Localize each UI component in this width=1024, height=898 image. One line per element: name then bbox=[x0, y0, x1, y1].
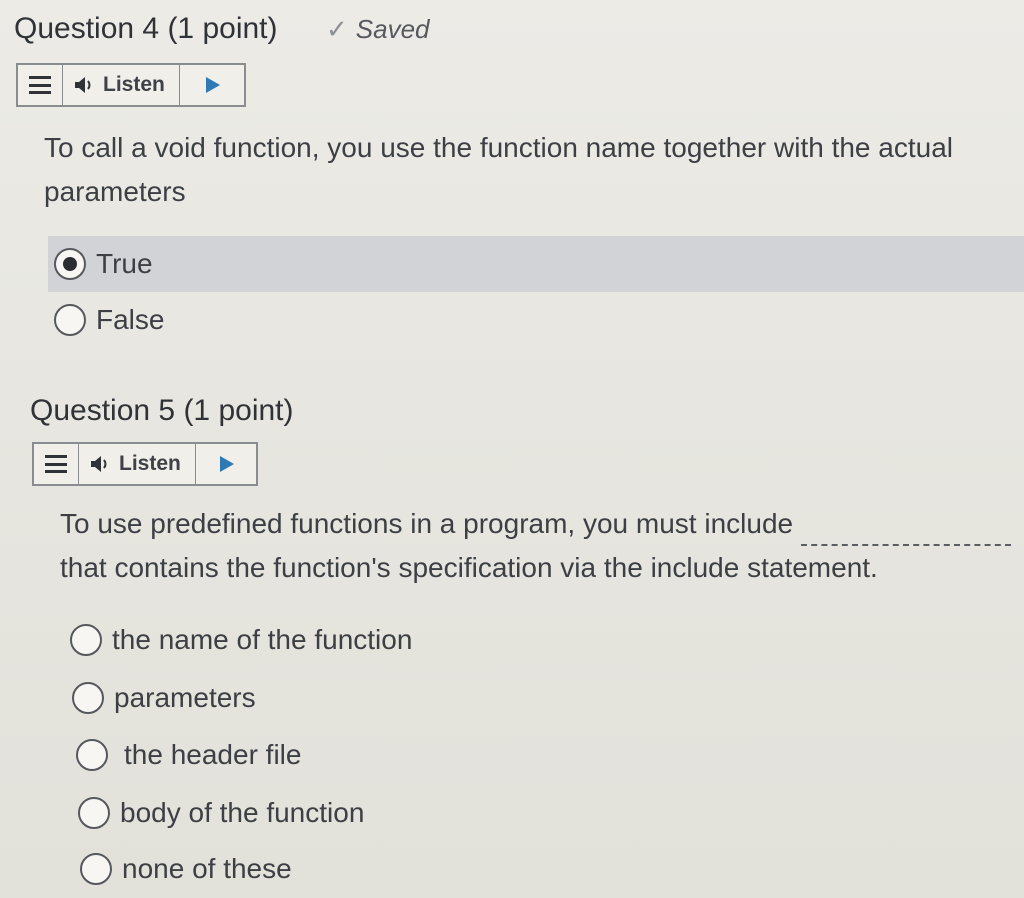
q4-option-label: True bbox=[96, 248, 153, 279]
question-4-listen-toolbar: Listen bbox=[16, 63, 246, 107]
question-5-text: To use predefined functions in a program… bbox=[60, 502, 1012, 590]
check-icon: ✓ bbox=[326, 14, 348, 44]
q4-listen-button[interactable]: Listen bbox=[63, 65, 180, 105]
question-5-text-line2: that contains the function's specificati… bbox=[60, 552, 878, 583]
question-4-number: Question 4 bbox=[14, 12, 160, 45]
question-4-title: Question 4 (1 point) bbox=[14, 12, 278, 46]
q4-play-button[interactable] bbox=[180, 65, 244, 105]
question-4-text-line2: parameters bbox=[44, 176, 186, 207]
radio-button[interactable] bbox=[78, 797, 110, 829]
radio-button[interactable] bbox=[72, 682, 104, 714]
q5-option-label: parameters bbox=[114, 682, 256, 713]
saved-status: ✓ Saved bbox=[326, 14, 430, 45]
q5-option-label: the name of the function bbox=[112, 624, 413, 655]
question-4-text: To call a void function, you use the fun… bbox=[44, 126, 953, 214]
q5-option-3[interactable]: the header file bbox=[76, 739, 301, 771]
radio-button-checked[interactable] bbox=[54, 248, 86, 280]
q4-listen-label: Listen bbox=[103, 73, 165, 96]
q4-option-true[interactable]: True bbox=[54, 248, 153, 280]
menu-icon bbox=[45, 455, 67, 473]
question-5-text-line1: To use predefined functions in a program… bbox=[60, 508, 794, 539]
q5-option-5[interactable]: none of these bbox=[80, 853, 292, 885]
q5-play-button[interactable] bbox=[196, 444, 256, 484]
q5-option-2[interactable]: parameters bbox=[72, 682, 256, 714]
q5-option-4[interactable]: body of the function bbox=[78, 797, 364, 829]
q5-listen-label: Listen bbox=[119, 452, 181, 475]
question-5-number: Question 5 bbox=[30, 394, 176, 427]
speaker-icon bbox=[75, 77, 91, 93]
q4-option-false[interactable]: False bbox=[54, 304, 164, 336]
question-5-listen-toolbar: Listen bbox=[32, 442, 258, 486]
play-icon bbox=[219, 456, 234, 472]
radio-button[interactable] bbox=[76, 739, 108, 771]
radio-button[interactable] bbox=[54, 304, 86, 336]
play-icon bbox=[205, 77, 220, 93]
saved-label: Saved bbox=[355, 14, 430, 44]
q4-option-label: False bbox=[96, 304, 165, 335]
q5-option-label: body of the function bbox=[120, 797, 365, 828]
q5-menu-button[interactable] bbox=[34, 444, 79, 484]
q5-listen-button[interactable]: Listen bbox=[79, 444, 196, 484]
answer-blank bbox=[801, 516, 1012, 546]
radio-button[interactable] bbox=[80, 853, 112, 885]
q4-menu-button[interactable] bbox=[18, 65, 63, 105]
selected-option-highlight bbox=[48, 236, 1024, 292]
question-5-points: (1 point) bbox=[183, 394, 294, 427]
question-5-title: Question 5 (1 point) bbox=[30, 394, 294, 428]
q5-option-label: the header file bbox=[124, 739, 302, 770]
radio-button[interactable] bbox=[70, 624, 102, 656]
menu-icon bbox=[29, 76, 51, 94]
question-4-text-line1: To call a void function, you use the fun… bbox=[44, 132, 954, 163]
speaker-icon bbox=[91, 456, 107, 472]
question-4-points: (1 point) bbox=[167, 12, 278, 45]
q5-option-1[interactable]: the name of the function bbox=[70, 624, 412, 656]
q5-option-label: none of these bbox=[122, 853, 292, 884]
